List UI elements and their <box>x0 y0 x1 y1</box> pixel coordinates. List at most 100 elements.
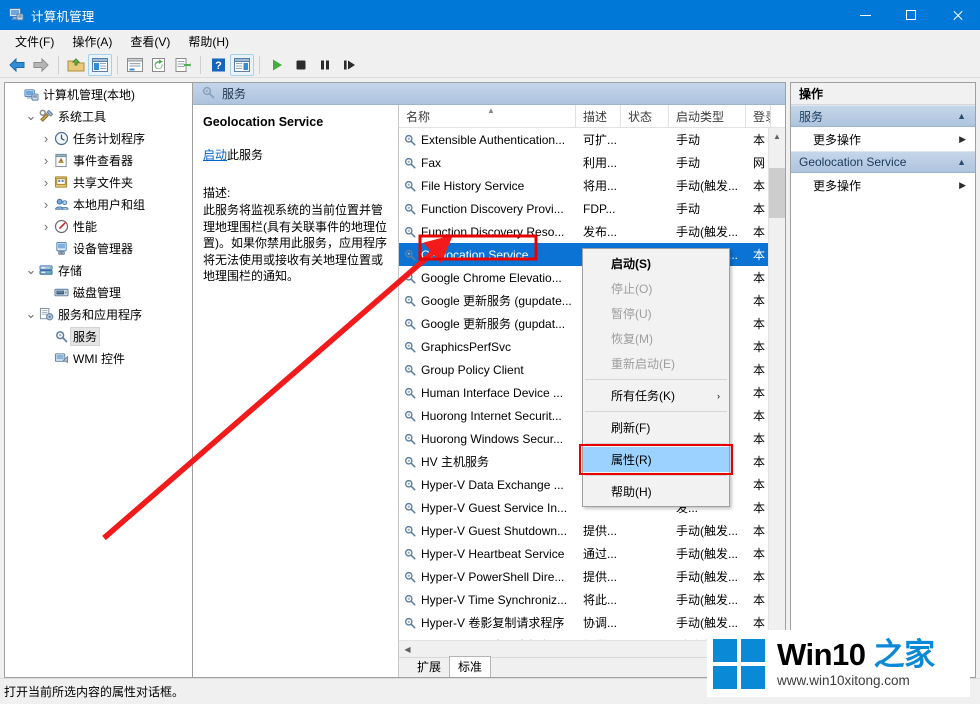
chevron-up-icon[interactable]: ▲ <box>957 157 966 167</box>
chevron-down-icon[interactable]: ⌄ <box>24 109 38 122</box>
table-row[interactable]: Function Discovery Reso... 发布... 手动(触发... 本 <box>399 220 785 243</box>
start-service-icon[interactable] <box>265 54 289 76</box>
menu-separator <box>585 443 727 444</box>
tree-item-1[interactable]: ⌄ 系统工具 <box>5 105 192 127</box>
tree-item-3[interactable]: › 事件查看器 <box>5 149 192 171</box>
properties-icon[interactable] <box>123 54 147 76</box>
start-service-link[interactable]: 启动 <box>203 148 227 162</box>
tree-item-label: 设备管理器 <box>73 241 134 256</box>
vertical-scrollbar[interactable]: ▲ <box>768 128 785 640</box>
table-row[interactable]: Fax 利用... 手动网 <box>399 151 785 174</box>
users-icon <box>53 197 70 212</box>
stop-service-icon[interactable] <box>289 54 313 76</box>
show-action-pane-icon[interactable] <box>230 53 254 76</box>
table-row[interactable]: Hyper-V Time Synchroniz... 将此... 手动(触发... 本 <box>399 588 785 611</box>
service-gear-icon <box>403 156 417 170</box>
forward-icon[interactable] <box>29 54 53 76</box>
tree-item-4[interactable]: › 共享文件夹 <box>5 171 192 193</box>
close-button[interactable] <box>934 0 980 30</box>
chevron-right-icon[interactable]: › <box>39 197 53 212</box>
window-title: 计算机管理 <box>31 9 95 24</box>
context-menu-item-12[interactable]: 帮助(H) <box>583 479 729 504</box>
chevron-right-icon[interactable]: › <box>39 175 53 190</box>
service-gear-icon <box>403 570 417 584</box>
context-menu-item-8[interactable]: 刷新(F) <box>583 415 729 440</box>
chevron-down-icon[interactable]: ⌄ <box>24 263 38 276</box>
scroll-left-icon[interactable]: ◀ <box>399 645 416 654</box>
cell-name: Geolocation Service <box>399 248 576 262</box>
minimize-button[interactable] <box>842 0 888 30</box>
context-menu-item-4: 重新启动(E) <box>583 351 729 376</box>
context-menu-item-label: 重新启动(E) <box>611 357 675 371</box>
menu-view[interactable]: 查看(V) <box>121 30 179 53</box>
column-header-label: 状态 <box>628 109 653 124</box>
service-name-label: Human Interface Device ... <box>421 385 564 400</box>
actions-more-geolocation[interactable]: 更多操作 ▶ <box>791 173 975 197</box>
refresh-icon[interactable] <box>147 54 171 76</box>
menu-separator <box>585 475 727 476</box>
service-name-label: Function Discovery Reso... <box>421 224 565 239</box>
tab-standard[interactable]: 标准 <box>449 656 492 677</box>
show-hide-tree-icon[interactable] <box>88 53 112 76</box>
table-row[interactable]: Hyper-V PowerShell Dire... 提供... 手动(触发... 本 <box>399 565 785 588</box>
tree-item-5[interactable]: › 本地用户和组 <box>5 193 192 215</box>
tree-item-12[interactable]: WMI 控件 <box>5 347 192 369</box>
cell-description: FDP... <box>583 201 616 216</box>
watermark-brand-cn: 之家 <box>873 637 936 672</box>
tab-extended[interactable]: 扩展 <box>409 657 449 677</box>
submenu-arrow-icon: › <box>717 390 720 401</box>
table-row[interactable]: Function Discovery Provi... FDP... 手动本 <box>399 197 785 220</box>
chevron-right-icon[interactable]: › <box>39 153 53 168</box>
menu-help[interactable]: 帮助(H) <box>179 30 238 53</box>
chevron-right-icon[interactable]: › <box>39 219 53 234</box>
chevron-down-icon[interactable]: ⌄ <box>24 307 38 320</box>
context-menu-item-0[interactable]: 启动(S) <box>583 251 729 276</box>
maximize-button[interactable] <box>888 0 934 30</box>
service-context-menu: 启动(S) 停止(O) 暂停(U) 恢复(M) 重新启动(E) 所有任务(K) › 刷新(F)… <box>579 248 733 507</box>
menu-action[interactable]: 操作(A) <box>63 30 121 53</box>
context-menu-item-label: 属性(R) <box>611 453 652 467</box>
table-row[interactable]: Hyper-V Heartbeat Service 通过... 手动(触发... 本 <box>399 542 785 565</box>
service-name-label: Geolocation Service <box>421 247 529 262</box>
context-menu-item-label: 帮助(H) <box>611 485 652 499</box>
table-row[interactable]: Extensible Authentication... 可扩... 手动本 <box>399 128 785 151</box>
menu-file[interactable]: 文件(F) <box>6 30 63 53</box>
scrollbar-thumb[interactable] <box>769 168 785 218</box>
help-icon[interactable]: ? <box>206 54 230 76</box>
actions-group-services[interactable]: 服务 ▲ <box>791 105 975 127</box>
start-service-link-suffix: 此服务 <box>227 148 264 162</box>
scroll-up-icon[interactable]: ▲ <box>769 128 785 145</box>
tree-item-6[interactable]: › 性能 <box>5 215 192 237</box>
table-row[interactable]: Hyper-V Guest Shutdown... 提供... 手动(触发... 本 <box>399 519 785 542</box>
tree-item-11[interactable]: 服务 <box>5 325 192 347</box>
restart-service-icon[interactable] <box>337 54 361 76</box>
actions-group-geolocation[interactable]: Geolocation Service ▲ <box>791 151 975 173</box>
column-header-2[interactable]: 状态 <box>621 105 669 127</box>
description-text: 此服务将监视系统的当前位置并管理地理围栏(具有关联事件的地理位置)。如果你禁用此… <box>203 203 387 283</box>
table-row[interactable]: File History Service 将用... 手动(触发... 本 <box>399 174 785 197</box>
window-controls <box>842 0 980 30</box>
column-header-1[interactable]: 描述 <box>576 105 621 127</box>
pause-service-icon[interactable] <box>313 54 337 76</box>
tree-item-10[interactable]: ⌄ 服务和应用程序 <box>5 303 192 325</box>
context-menu-item-6[interactable]: 所有任务(K) › <box>583 383 729 408</box>
chevron-right-icon[interactable]: › <box>39 131 53 146</box>
tree-item-9[interactable]: 磁盘管理 <box>5 281 192 303</box>
column-header-4[interactable]: 登录为 <box>746 105 771 127</box>
service-name-label: Hyper-V PowerShell Dire... <box>421 569 565 584</box>
column-header-0[interactable]: 名称 ▲ <box>399 105 576 127</box>
chevron-up-icon[interactable]: ▲ <box>957 111 966 121</box>
cell-startup-type: 手动(触发... <box>676 179 738 193</box>
export-list-icon[interactable] <box>171 54 195 76</box>
column-header-3[interactable]: 启动类型 <box>669 105 746 127</box>
tree-item-2[interactable]: › 任务计划程序 <box>5 127 192 149</box>
cell-name: File History Service <box>399 179 576 193</box>
back-icon[interactable] <box>5 54 29 76</box>
tree-item-0[interactable]: 计算机管理(本地) <box>5 83 192 105</box>
tree-item-7[interactable]: 设备管理器 <box>5 237 192 259</box>
up-folder-icon[interactable] <box>64 54 88 76</box>
center-pane-title: 服务 <box>222 87 247 101</box>
context-menu-item-10[interactable]: 属性(R) <box>579 444 733 475</box>
actions-more-services[interactable]: 更多操作 ▶ <box>791 127 975 151</box>
tree-item-8[interactable]: ⌄ 存储 <box>5 259 192 281</box>
